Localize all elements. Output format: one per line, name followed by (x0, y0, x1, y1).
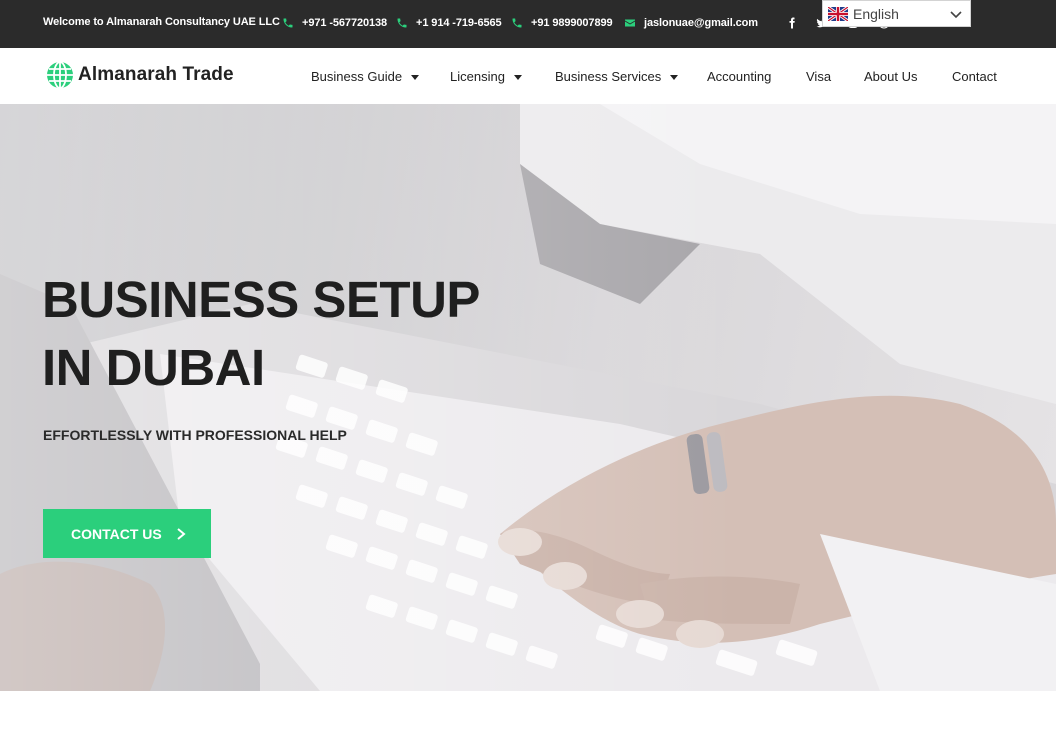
nav-label: Licensing (450, 69, 505, 84)
email-contact[interactable]: jaslonuae@gmail.com (624, 14, 758, 32)
globe-logo-icon (47, 61, 73, 89)
welcome-text: Welcome to Almanarah Consultancy UAE LLC (43, 16, 280, 28)
phone-contact-us[interactable]: +1 914 -719-6565 (396, 14, 502, 32)
facebook-icon[interactable] (785, 16, 799, 30)
contact-us-button[interactable]: CONTACT US (43, 509, 211, 558)
hero-subtitle: EFFORTLESSLY WITH PROFESSIONAL HELP (43, 427, 347, 443)
caret-down-icon (513, 74, 522, 80)
nav-label: Contact (952, 69, 997, 84)
phone-text: +91 9899007899 (531, 17, 613, 29)
nav-label: Visa (806, 69, 832, 84)
hero-title: BUSINESS SETUP IN DUBAI (42, 271, 480, 396)
caret-down-icon (411, 74, 420, 80)
hero-section: BUSINESS SETUP IN DUBAI EFFORTLESSLY WIT… (0, 104, 1056, 691)
email-icon (625, 19, 635, 27)
language-label: English (853, 6, 899, 22)
phone-text: +971 -567720138 (302, 17, 388, 29)
phone-text: +1 914 -719-6565 (416, 17, 502, 29)
cta-label: CONTACT US (71, 525, 162, 542)
phone-contact-uae[interactable]: +971 -567720138 (282, 14, 387, 32)
email-text: jaslonuae@gmail.com (644, 17, 758, 29)
language-selector[interactable]: English (822, 0, 971, 27)
phone-icon (397, 18, 407, 28)
nav-item-licensing[interactable]: Licensing (450, 69, 522, 84)
logo-text: Almanarah Trade (78, 64, 234, 85)
phone-icon (512, 18, 522, 28)
nav-item-visa[interactable]: Visa (806, 69, 831, 84)
chevron-down-icon (950, 11, 962, 19)
nav-item-business-guide[interactable]: Business Guide (311, 69, 420, 84)
phone-icon (283, 18, 293, 28)
main-nav: Almanarah Trade Business Guide Licensing… (0, 48, 1056, 104)
nav-label: Business Guide (311, 69, 403, 84)
en-flag-icon (828, 7, 848, 21)
nav-label: Accounting (707, 69, 772, 84)
nav-item-about-us[interactable]: About Us (864, 69, 917, 84)
chevron-right-icon (177, 527, 186, 540)
phone-contact-india[interactable]: +91 9899007899 (511, 14, 613, 32)
nav-item-business-services[interactable]: Business Services (555, 69, 679, 84)
caret-down-icon (670, 74, 679, 80)
nav-item-contact[interactable]: Contact (952, 69, 997, 84)
nav-label: Business Services (555, 69, 662, 84)
top-bar: Welcome to Almanarah Consultancy UAE LLC… (0, 0, 1056, 48)
nav-label: About Us (864, 69, 918, 84)
nav-item-accounting[interactable]: Accounting (707, 69, 771, 84)
logo[interactable]: Almanarah Trade (46, 61, 234, 89)
